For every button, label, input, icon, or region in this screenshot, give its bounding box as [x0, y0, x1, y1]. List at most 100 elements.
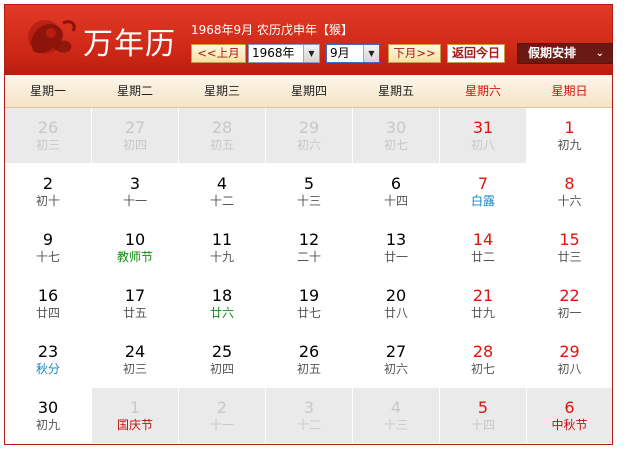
- day-cell[interactable]: 26 初三: [5, 108, 91, 163]
- day-cell[interactable]: 7 白露: [440, 164, 526, 219]
- day-cell[interactable]: 20 廿八: [353, 276, 439, 331]
- lunar-date: 秋分: [35, 362, 60, 376]
- day-cell[interactable]: 28 初五: [179, 108, 265, 163]
- day-cell[interactable]: 5 十四: [440, 388, 526, 443]
- next-month-button[interactable]: 下月>>: [388, 44, 441, 63]
- day-cell[interactable]: 14 廿二: [440, 220, 526, 275]
- chevron-down-icon: ⌄: [595, 48, 604, 59]
- day-number: 6: [564, 398, 575, 417]
- day-cell[interactable]: 18 廿六: [179, 276, 265, 331]
- year-select-value: 1968年: [252, 46, 295, 60]
- day-number: 5: [303, 174, 315, 193]
- day-cell[interactable]: 12 二十: [266, 220, 352, 275]
- lunar-date: 初八: [470, 138, 495, 152]
- day-cell[interactable]: 27 初六: [353, 332, 439, 387]
- lunar-date: 廿三: [557, 250, 582, 264]
- lunar-date: 初四: [122, 138, 147, 152]
- lunar-date: 初三: [35, 138, 60, 152]
- day-cell[interactable]: 28 初七: [440, 332, 526, 387]
- lunar-date: 十一: [209, 418, 234, 432]
- day-cell[interactable]: 25 初四: [179, 332, 265, 387]
- day-cell[interactable]: 4 十二: [179, 164, 265, 219]
- day-cell[interactable]: 19 廿七: [266, 276, 352, 331]
- day-cell[interactable]: 10 教师节: [92, 220, 178, 275]
- day-number: 27: [385, 342, 407, 361]
- day-cell[interactable]: 1 国庆节: [92, 388, 178, 443]
- day-number: 2: [42, 174, 54, 193]
- day-number: 22: [559, 286, 580, 305]
- lunar-date: 初四: [209, 362, 234, 376]
- day-cell[interactable]: 17 廿五: [92, 276, 178, 331]
- lunar-date: 十四: [470, 418, 495, 432]
- day-cell[interactable]: 5 十三: [266, 164, 352, 219]
- day-cell[interactable]: 6 中秋节: [527, 388, 612, 443]
- day-cell[interactable]: 22 初一: [527, 276, 612, 331]
- lunar-date: 初十: [35, 194, 60, 208]
- weekday-label: 星期四: [290, 84, 327, 98]
- day-number: 3: [303, 398, 315, 417]
- lunar-date: 初五: [209, 138, 234, 152]
- lunar-date: 中秋节: [551, 418, 588, 432]
- lunar-date: 教师节: [116, 250, 153, 264]
- lunar-date: 二十: [296, 250, 321, 264]
- day-cell[interactable]: 3 十一: [92, 164, 178, 219]
- lunar-date: 廿一: [383, 250, 408, 264]
- day-cell[interactable]: 9 十七: [5, 220, 91, 275]
- day-cell[interactable]: 29 初六: [266, 108, 352, 163]
- lunar-year-info: 1968年9月 农历戊申年【猴】: [191, 23, 353, 37]
- day-cell[interactable]: 6 十四: [353, 164, 439, 219]
- lunar-date: 廿六: [209, 306, 234, 320]
- day-number: 31: [472, 118, 494, 137]
- lunar-date: 白露: [470, 194, 495, 208]
- day-cell[interactable]: 13 廿一: [353, 220, 439, 275]
- day-number: 8: [564, 174, 575, 193]
- weekday-label: 星期五: [377, 84, 414, 98]
- day-cell[interactable]: 16 廿四: [5, 276, 91, 331]
- day-cell[interactable]: 2 十一: [179, 388, 265, 443]
- day-cell[interactable]: 31 初八: [440, 108, 526, 163]
- day-number: 3: [129, 174, 141, 193]
- holiday-schedule-dropdown[interactable]: 假期安排 ⌄: [517, 43, 613, 64]
- day-cell[interactable]: 29 初八: [527, 332, 612, 387]
- day-cell[interactable]: 30 初七: [353, 108, 439, 163]
- day-number: 10: [124, 230, 146, 249]
- day-number: 28: [472, 342, 494, 361]
- lunar-date: 初九: [35, 418, 60, 432]
- day-number: 2: [216, 398, 228, 417]
- monkey-logo-icon: [28, 20, 76, 54]
- year-select[interactable]: 1968年 ▼: [248, 44, 320, 63]
- day-number: 30: [37, 398, 59, 417]
- day-number: 11: [211, 230, 233, 249]
- day-cell[interactable]: 24 初三: [92, 332, 178, 387]
- day-cell[interactable]: 26 初五: [266, 332, 352, 387]
- day-number: 15: [559, 230, 580, 249]
- lunar-date: 廿八: [383, 306, 408, 320]
- prev-month-button[interactable]: <<上月: [191, 44, 246, 63]
- day-cell[interactable]: 2 初十: [5, 164, 91, 219]
- day-cell[interactable]: 8 十六: [527, 164, 612, 219]
- back-to-today-button[interactable]: 返回今日: [447, 44, 506, 63]
- day-number: 9: [42, 230, 54, 249]
- lunar-date: 廿九: [470, 306, 495, 320]
- holiday-schedule-label: 假期安排: [528, 46, 577, 60]
- day-number: 4: [216, 174, 228, 193]
- month-select[interactable]: 9月 ▼: [326, 44, 380, 63]
- weekday-label: 星期六: [464, 84, 501, 98]
- day-number: 23: [37, 342, 59, 361]
- day-cell[interactable]: 1 初九: [527, 108, 612, 163]
- day-cell[interactable]: 3 十二: [266, 388, 352, 443]
- calendar-widget: 万年历 1968年9月 农历戊申年【猴】 <<上月 1968年 ▼ 9月 ▼ 下…: [4, 4, 613, 445]
- day-cell[interactable]: 30 初九: [5, 388, 91, 443]
- day-cell[interactable]: 11 十九: [179, 220, 265, 275]
- day-cell[interactable]: 23 秋分: [5, 332, 91, 387]
- day-cell[interactable]: 21 廿九: [440, 276, 526, 331]
- chevron-down-icon[interactable]: ▼: [303, 45, 319, 62]
- day-cell[interactable]: 4 十三: [353, 388, 439, 443]
- weekday-label: 星期日: [551, 84, 588, 98]
- day-cell[interactable]: 15 廿三: [527, 220, 612, 275]
- chevron-down-icon[interactable]: ▼: [363, 45, 379, 62]
- day-cell[interactable]: 27 初四: [92, 108, 178, 163]
- lunar-date: 十二: [209, 194, 234, 208]
- lunar-date: 廿五: [122, 306, 147, 320]
- day-number: 29: [298, 118, 320, 137]
